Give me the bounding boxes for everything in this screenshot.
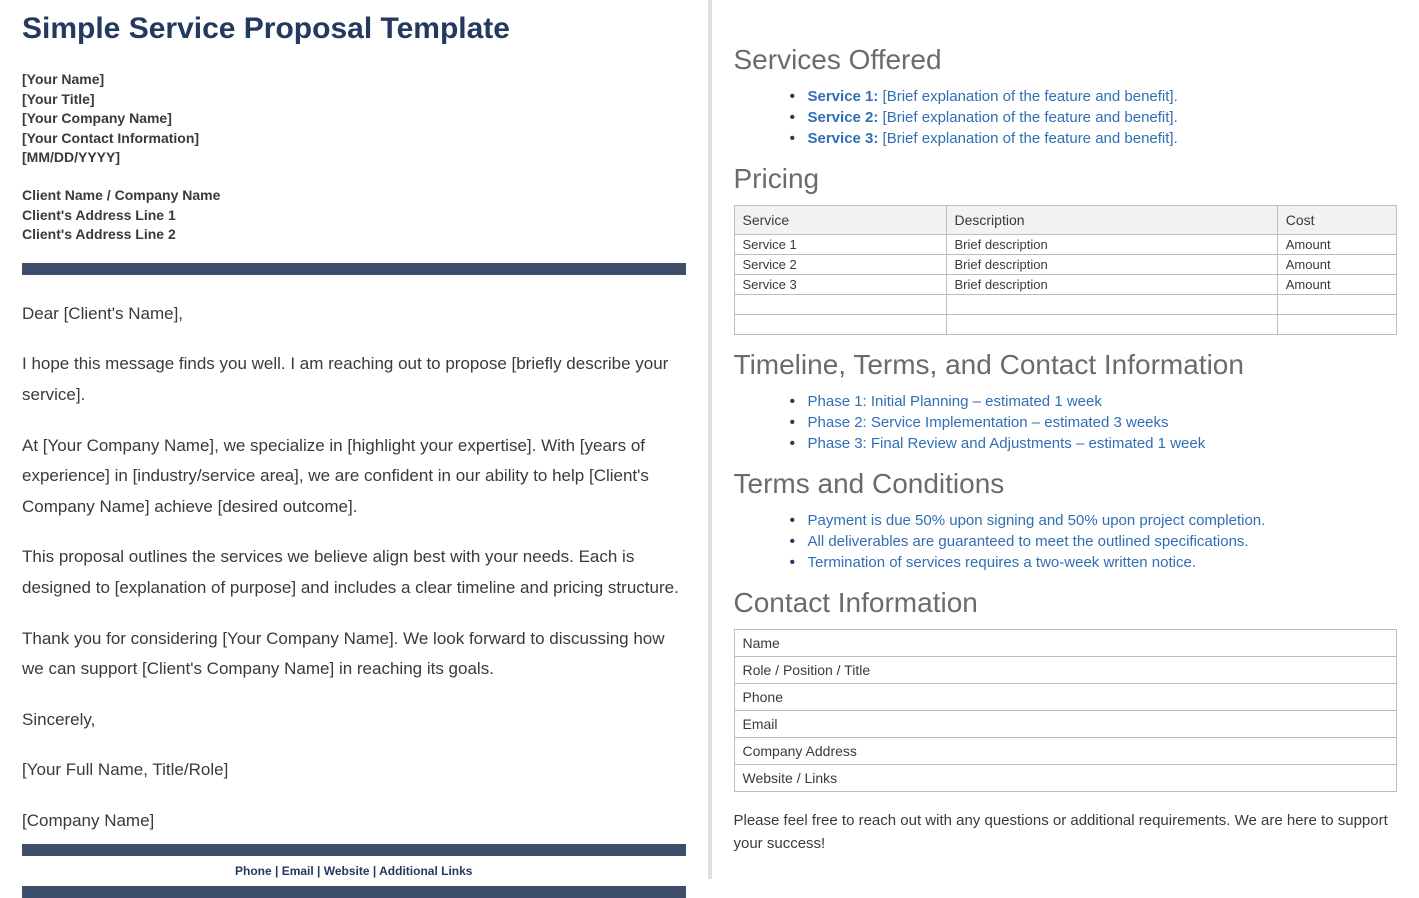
pricing-header: Description — [946, 206, 1277, 235]
service-label: Service 3: — [808, 130, 879, 147]
closing-note: Please feel free to reach out with any q… — [734, 810, 1398, 855]
services-list: Service 1: [Brief explanation of the fea… — [734, 86, 1398, 149]
footer-bar-top — [22, 844, 686, 856]
terms-list: Payment is due 50% upon signing and 50% … — [734, 510, 1398, 573]
sender-title: [Your Title] — [22, 90, 686, 110]
letter-p2: At [Your Company Name], we specialize in… — [22, 431, 686, 523]
footer-bar-bottom — [22, 886, 686, 898]
divider-bar — [22, 263, 686, 275]
table-row — [734, 295, 1397, 315]
table-row — [734, 315, 1397, 335]
pricing-header: Cost — [1277, 206, 1396, 235]
terms-item: Payment is due 50% upon signing and 50% … — [790, 510, 1398, 531]
client-addr2: Client's Address Line 2 — [22, 225, 686, 245]
table-row: Role / Position / Title — [734, 657, 1397, 684]
table-row: Company Address — [734, 738, 1397, 765]
sender-block: [Your Name] [Your Title] [Your Company N… — [22, 70, 686, 168]
page-right: Services Offered Service 1: [Brief expla… — [712, 0, 1419, 879]
terms-heading: Terms and Conditions — [734, 468, 1398, 500]
service-desc: [Brief explanation of the feature and be… — [878, 88, 1177, 105]
pricing-header: Service — [734, 206, 946, 235]
table-row: Service 1Brief descriptionAmount — [734, 235, 1397, 255]
service-label: Service 1: — [808, 88, 879, 105]
contact-heading: Contact Information — [734, 587, 1398, 619]
table-row: Service 2Brief descriptionAmount — [734, 255, 1397, 275]
pricing-heading: Pricing — [734, 163, 1398, 195]
letter-closing: Sincerely, — [22, 705, 686, 736]
timeline-list: Phase 1: Initial Planning – estimated 1 … — [734, 391, 1398, 454]
table-row: Phone — [734, 684, 1397, 711]
table-row: Email — [734, 711, 1397, 738]
service-item: Service 2: [Brief explanation of the fea… — [790, 107, 1398, 128]
terms-item: All deliverables are guaranteed to meet … — [790, 531, 1398, 552]
signature-company: [Company Name] — [22, 806, 686, 837]
table-row: Name — [734, 630, 1397, 657]
service-desc: [Brief explanation of the feature and be… — [878, 130, 1177, 147]
sender-date: [MM/DD/YYYY] — [22, 148, 686, 168]
service-desc: [Brief explanation of the feature and be… — [878, 109, 1177, 126]
sender-contact: [Your Contact Information] — [22, 129, 686, 149]
pricing-table: Service Description Cost Service 1Brief … — [734, 205, 1398, 335]
timeline-heading: Timeline, Terms, and Contact Information — [734, 349, 1398, 381]
letter-p4: Thank you for considering [Your Company … — [22, 624, 686, 685]
service-item: Service 3: [Brief explanation of the fea… — [790, 128, 1398, 149]
signature-name: [Your Full Name, Title/Role] — [22, 755, 686, 786]
service-item: Service 1: [Brief explanation of the fea… — [790, 86, 1398, 107]
letter-p3: This proposal outlines the services we b… — [22, 542, 686, 603]
table-row: Website / Links — [734, 765, 1397, 792]
pricing-body: Service 1Brief descriptionAmount Service… — [734, 235, 1397, 335]
client-addr1: Client's Address Line 1 — [22, 206, 686, 226]
services-heading: Services Offered — [734, 44, 1398, 76]
letter-p1: I hope this message finds you well. I am… — [22, 349, 686, 410]
salutation: Dear [Client's Name], — [22, 299, 686, 330]
contact-table: Name Role / Position / Title Phone Email… — [734, 629, 1398, 792]
terms-item: Termination of services requires a two-w… — [790, 552, 1398, 573]
document-title: Simple Service Proposal Template — [22, 12, 686, 46]
page-left: Simple Service Proposal Template [Your N… — [0, 0, 712, 879]
service-label: Service 2: — [808, 109, 879, 126]
client-block: Client Name / Company Name Client's Addr… — [22, 186, 686, 245]
footer-contact-line: Phone | Email | Website | Additional Lin… — [22, 864, 686, 878]
table-row: Service 3Brief descriptionAmount — [734, 275, 1397, 295]
timeline-item: Phase 1: Initial Planning – estimated 1 … — [790, 391, 1398, 412]
timeline-item: Phase 2: Service Implementation – estima… — [790, 412, 1398, 433]
sender-name: [Your Name] — [22, 70, 686, 90]
timeline-item: Phase 3: Final Review and Adjustments – … — [790, 433, 1398, 454]
sender-company: [Your Company Name] — [22, 109, 686, 129]
client-name: Client Name / Company Name — [22, 186, 686, 206]
